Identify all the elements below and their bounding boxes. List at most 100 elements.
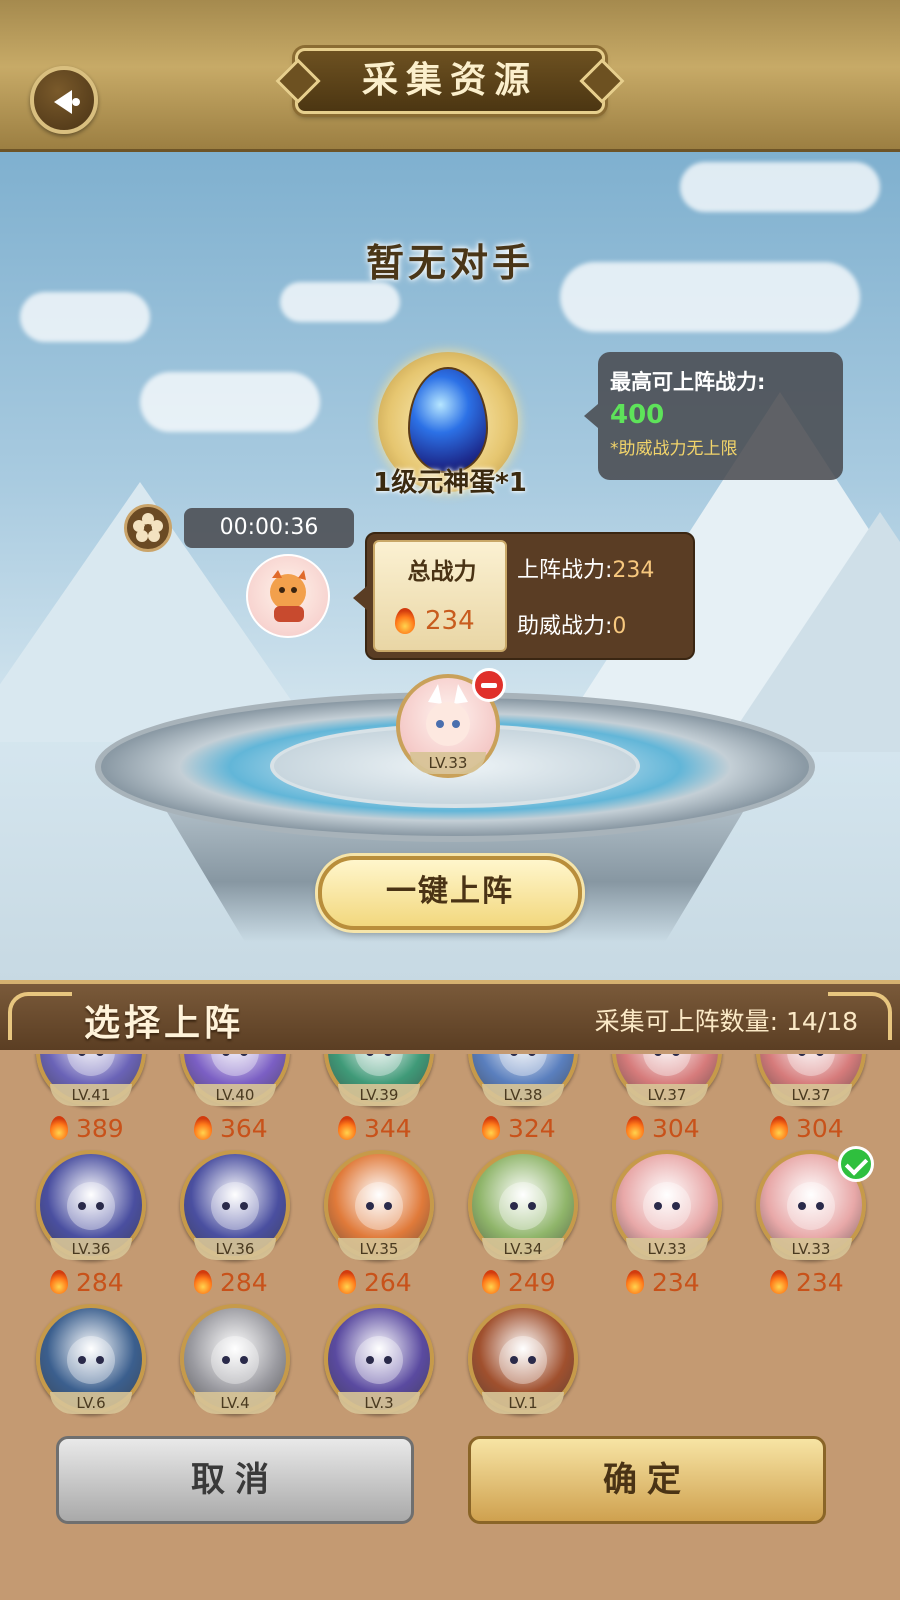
power-limit-tooltip: 最高可上阵战力: 400 *助威战力无上限	[584, 352, 843, 480]
hero-level: LV.41	[50, 1084, 132, 1106]
total-power-box: 总战力 234	[373, 540, 507, 652]
panel-corner-ornament	[8, 992, 72, 1040]
cloud	[140, 372, 320, 432]
remove-hero-button[interactable]	[472, 668, 506, 702]
flame-icon	[194, 1270, 212, 1294]
cloud	[680, 162, 880, 212]
cloud	[20, 292, 150, 342]
hero-power-value: 234	[652, 1268, 700, 1297]
hero-power: 284	[50, 1268, 160, 1297]
collect-timer: 00:00:36	[184, 508, 354, 548]
deploy-power-value: 234	[612, 558, 655, 583]
hero-level: LV.40	[194, 1084, 276, 1106]
flame-icon	[338, 1116, 356, 1140]
confirm-button[interactable]: 确定	[468, 1436, 826, 1524]
hero-level: LV.36	[50, 1238, 132, 1260]
back-arrow-icon	[54, 90, 80, 114]
hero-power: 389	[50, 1114, 160, 1143]
hero-level: LV.6	[50, 1392, 132, 1414]
hero-card[interactable]: LV.33 234	[756, 1146, 874, 1300]
hero-level: LV.37	[626, 1084, 708, 1106]
flame-icon	[194, 1116, 212, 1140]
flame-icon	[395, 608, 415, 634]
flame-icon	[482, 1116, 500, 1140]
select-panel: 选择上阵 采集可上阵数量: 14/18 LV.41 389 LV.40 364 LV.3…	[0, 980, 900, 1600]
hero-level: LV.34	[482, 1238, 564, 1260]
hero-grid[interactable]: LV.41 389 LV.40 364 LV.39 344 LV.38 324 LV.37 304…	[22, 1054, 878, 1434]
reward-label: 1级元神蛋*1	[373, 468, 527, 498]
flame-icon	[770, 1270, 788, 1294]
hero-power: 284	[194, 1268, 304, 1297]
hero-power: 264	[338, 1268, 448, 1297]
flame-icon	[770, 1116, 788, 1140]
hero-level: LV.37	[770, 1084, 852, 1106]
hero-power-value: 284	[76, 1268, 124, 1297]
flame-icon	[338, 1270, 356, 1294]
hero-level: LV.3	[338, 1392, 420, 1414]
hero-card[interactable]: LV.38 324	[468, 1054, 578, 1146]
hero-power-value: 304	[796, 1114, 844, 1143]
top-bar: 采集资源	[0, 0, 900, 152]
hero-card[interactable]: LV.40 364	[180, 1054, 290, 1146]
tooltip-label: 最高可上阵战力:	[610, 370, 766, 394]
hero-power: 344	[338, 1114, 448, 1143]
hero-card[interactable]: LV.36 284	[180, 1150, 290, 1300]
hero-power-value: 364	[220, 1114, 268, 1143]
flame-icon	[626, 1270, 644, 1294]
deploy-count-label: 采集可上阵数量:	[594, 1007, 778, 1036]
hero-level: LV.35	[338, 1238, 420, 1260]
hero-power: 304	[770, 1114, 878, 1143]
tooltip-value: 400	[610, 400, 665, 430]
mountain	[720, 512, 900, 752]
hero-card[interactable]: LV.34 249	[468, 1150, 578, 1300]
flame-icon	[482, 1270, 500, 1294]
hero-level: LV.1	[482, 1392, 564, 1414]
power-panel: 总战力 234 上阵战力:234 助威战力:0	[353, 532, 695, 660]
panel-title: 选择上阵	[84, 1003, 245, 1044]
hero-level: LV.39	[338, 1084, 420, 1106]
cheer-power-row: 助威战力:0	[517, 608, 626, 640]
hero-level: LV.33	[770, 1238, 852, 1260]
hero-power-value: 284	[220, 1268, 268, 1297]
cloud	[280, 282, 400, 322]
tooltip-note: *助威战力无上限	[610, 439, 738, 459]
auto-deploy-button[interactable]: 一键上阵	[318, 856, 582, 930]
cancel-label: 取消	[191, 1460, 279, 1500]
hero-power: 324	[482, 1114, 592, 1143]
hero-card[interactable]: LV.1	[468, 1304, 578, 1434]
deployed-hero-level: LV.33	[410, 752, 486, 774]
battle-scene: 暂无对手 1级元神蛋*1 最高可上阵战力: 400 *助威战力无上限 00:00…	[0, 152, 900, 982]
hero-card[interactable]: LV.36 284	[36, 1150, 146, 1300]
hero-card[interactable]: LV.37 304	[612, 1054, 722, 1146]
deploy-power-row: 上阵战力:234	[517, 552, 654, 584]
player-avatar[interactable]	[246, 554, 330, 638]
hero-level: LV.36	[194, 1238, 276, 1260]
confirm-label: 确定	[603, 1460, 691, 1500]
cancel-button[interactable]: 取消	[56, 1436, 414, 1524]
total-power-label: 总战力	[407, 559, 477, 585]
hero-level: LV.38	[482, 1084, 564, 1106]
hero-card[interactable]: LV.33 234	[612, 1150, 722, 1300]
deploy-count-value: 14/18	[785, 1007, 858, 1036]
hero-card[interactable]: LV.37 304	[756, 1054, 866, 1146]
hero-card[interactable]: LV.6	[36, 1304, 146, 1434]
hero-level: LV.33	[626, 1238, 708, 1260]
cheer-power-label: 助威战力:	[517, 614, 613, 639]
hero-card[interactable]: LV.3	[324, 1304, 434, 1434]
no-opponent-text: 暂无对手	[365, 241, 534, 285]
flame-icon	[50, 1116, 68, 1140]
hero-card[interactable]: LV.39 344	[324, 1054, 434, 1146]
hero-card[interactable]: LV.41 389	[36, 1054, 146, 1146]
hero-card[interactable]: LV.4	[180, 1304, 290, 1434]
hero-power: 234	[770, 1268, 878, 1297]
cheer-power-value: 0	[612, 614, 627, 639]
hero-power: 364	[194, 1114, 304, 1143]
hero-power-value: 389	[76, 1114, 124, 1143]
hero-card[interactable]: LV.35 264	[324, 1150, 434, 1300]
title-plate: 采集资源	[295, 48, 605, 114]
back-button[interactable]	[30, 66, 98, 134]
deploy-power-label: 上阵战力:	[517, 558, 613, 583]
selected-check-icon	[838, 1146, 874, 1182]
hero-power-value: 304	[652, 1114, 700, 1143]
hero-power-value: 264	[364, 1268, 412, 1297]
